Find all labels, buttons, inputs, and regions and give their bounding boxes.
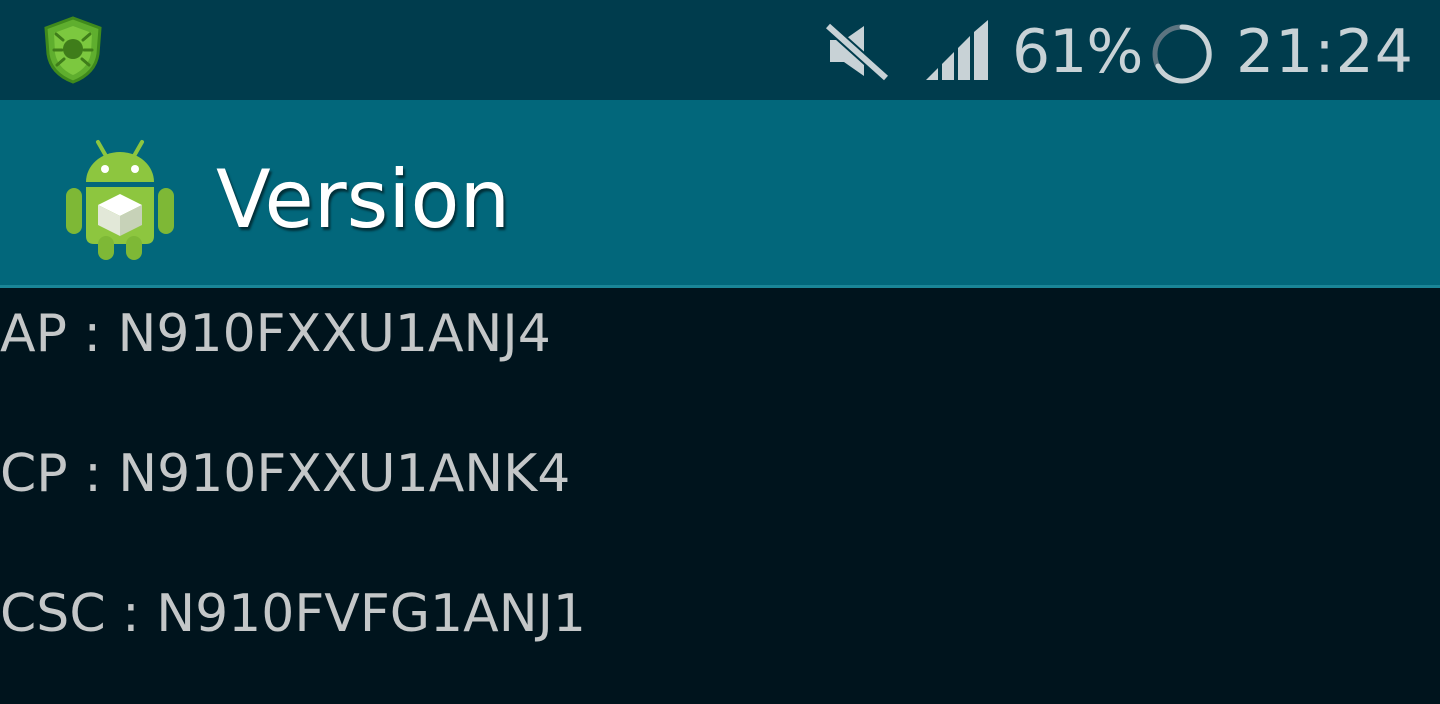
signal-strength-icon (926, 20, 988, 80)
shield-app-icon (44, 16, 102, 84)
android-robot-icon[interactable] (62, 132, 178, 262)
mute-icon (824, 22, 890, 82)
status-bar: 61% 21:24 (0, 0, 1440, 100)
cp-version: CP : N910FXXU1ANK4 (0, 444, 571, 504)
csc-version: CSC : N910FVFG1ANJ1 (0, 584, 587, 644)
page-title: Version (216, 153, 511, 246)
status-clock: 21:24 (1236, 17, 1414, 87)
ap-version: AP : N910FXXU1ANJ4 (0, 304, 551, 364)
version-list: AP : N910FXXU1ANJ4 CP : N910FXXU1ANK4 CS… (0, 288, 1440, 704)
battery-percentage: 61% (1012, 17, 1143, 87)
loading-spinner-icon (1152, 24, 1212, 84)
action-bar: Version (0, 100, 1440, 288)
